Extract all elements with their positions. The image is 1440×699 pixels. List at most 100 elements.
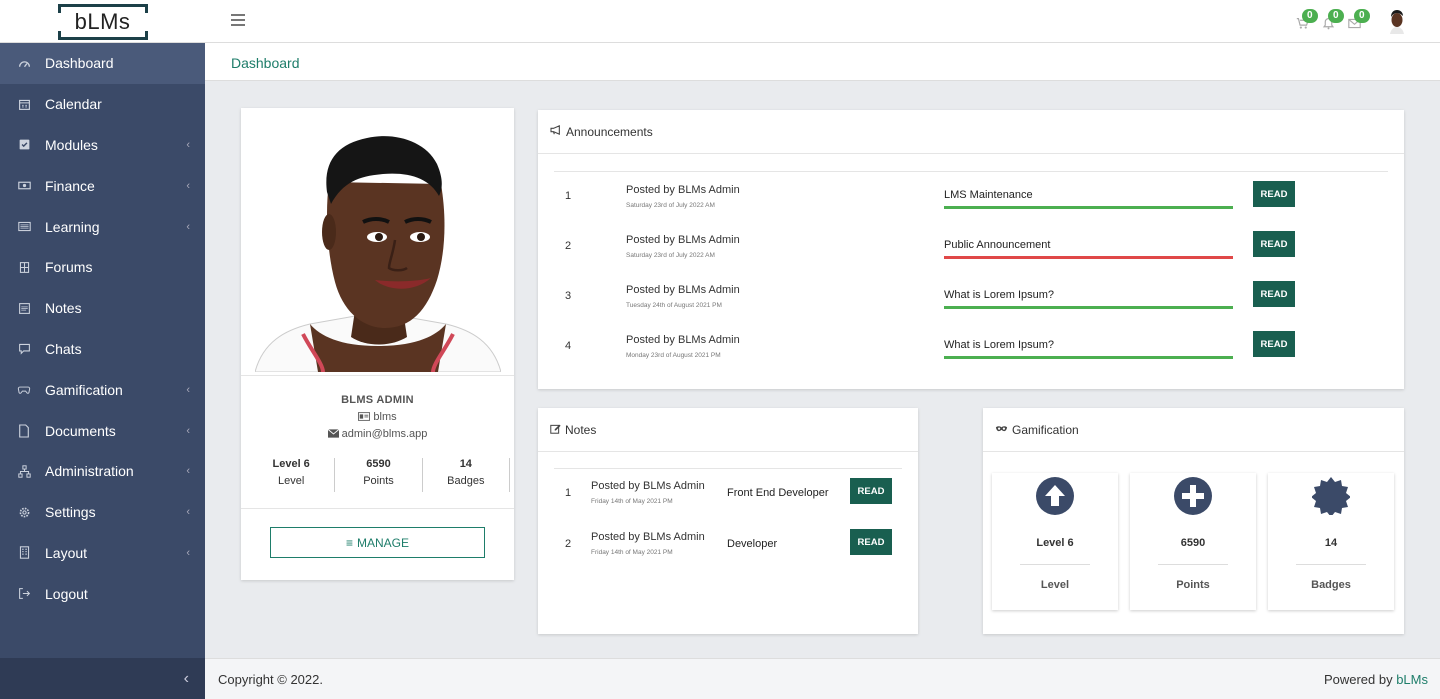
card-title: Announcements [566, 124, 653, 139]
chevron-left-icon: ‹ [186, 179, 190, 192]
card-header: Notes [538, 408, 918, 452]
profile-email: admin@blms.app [241, 428, 514, 440]
stat-label: Level [278, 475, 305, 487]
table-row: 3 Posted by BLMs Admin Tuesday 24th of A… [554, 272, 1388, 322]
sidebar-item-forums[interactable]: Forums [0, 247, 205, 288]
posted-by: Posted by BLMs Admin [626, 334, 740, 346]
stat-value: 14 [459, 458, 472, 470]
sidebar-item-finance[interactable]: Finance ‹ [0, 165, 205, 206]
calendar-icon [17, 97, 31, 111]
gamification-card: Gamification Level 6 Level 6590 Points 1… [983, 408, 1404, 634]
posted-by: Posted by BLMs Admin [626, 234, 740, 246]
notes-icon [17, 301, 31, 315]
announcement-title: What is Lorem Ipsum? [944, 339, 1233, 359]
sidebar-item-settings[interactable]: Settings ‹ [0, 492, 205, 533]
gam-label: Badges [1311, 579, 1351, 591]
plus-circle-icon [1174, 477, 1212, 515]
check-square-icon [17, 138, 31, 152]
logo[interactable]: bLMs [57, 3, 148, 40]
stat-points: 6590 Points [335, 458, 423, 492]
sidebar-item-dashboard[interactable]: Dashboard [0, 43, 205, 84]
bell-icon[interactable]: 0 [1322, 9, 1344, 31]
sidebar-item-label: Calendar [45, 96, 102, 113]
sidebar-item-calendar[interactable]: Calendar [0, 84, 205, 125]
announcements-table: 1 Posted by BLMs Admin Saturday 23rd of … [554, 171, 1388, 372]
table-row: 1 Posted by BLMs Admin Friday 14th of Ma… [554, 469, 902, 520]
sidebar-item-label: Documents [45, 422, 116, 439]
divider [1020, 564, 1090, 565]
chat-icon [17, 342, 31, 356]
sidebar-item-modules[interactable]: Modules ‹ [0, 125, 205, 166]
post-date: Tuesday 24th of August 2021 PM [626, 302, 722, 309]
collapse-sidebar-icon[interactable]: ‹ [184, 670, 189, 688]
announcement-title: What is Lorem Ipsum? [944, 289, 1233, 309]
row-number: 3 [565, 290, 572, 302]
chevron-left-icon: ‹ [186, 383, 190, 396]
layout-icon [17, 546, 31, 560]
sidebar-item-administration[interactable]: Administration ‹ [0, 451, 205, 492]
card-header: Announcements [538, 110, 1404, 154]
sidebar-item-label: Finance [45, 177, 95, 194]
card-header: Gamification [983, 408, 1404, 452]
post-date: Saturday 23rd of July 2022 AM [626, 202, 715, 209]
notes-table: 1 Posted by BLMs Admin Friday 14th of Ma… [554, 468, 902, 571]
sidebar-item-logout[interactable]: Logout [0, 573, 205, 614]
sidebar-item-chats[interactable]: Chats [0, 329, 205, 370]
sidebar-item-learning[interactable]: Learning ‹ [0, 206, 205, 247]
sidebar-item-notes[interactable]: Notes [0, 288, 205, 329]
sidebar-item-layout[interactable]: Layout ‹ [0, 533, 205, 574]
header-icons: 0 0 0 [1296, 8, 1410, 34]
announcements-card: Announcements 1 Posted by BLMs Admin Sat… [538, 110, 1404, 389]
mask-icon [995, 424, 1008, 436]
cart-icon[interactable]: 0 [1296, 9, 1318, 31]
read-button[interactable]: READ [1253, 181, 1295, 207]
powered-by-link[interactable]: bLMs [1396, 672, 1428, 687]
list-icon [17, 220, 31, 234]
sidebar-item-label: Settings [45, 504, 96, 521]
chevron-left-icon: ‹ [186, 138, 190, 151]
manage-label: MANAGE [357, 535, 410, 550]
menu-toggle-icon[interactable] [231, 14, 245, 26]
sidebar-item-gamification[interactable]: Gamification ‹ [0, 369, 205, 410]
logo-container[interactable]: bLMs [0, 0, 205, 43]
profile-stats: Level 6 Level 6590 Points 14 Badges [248, 458, 510, 492]
mail-icon[interactable]: 0 [1348, 9, 1370, 31]
gam-value: 14 [1324, 537, 1338, 549]
read-button[interactable]: READ [1253, 331, 1295, 357]
edit-icon [550, 423, 561, 437]
row-number: 2 [565, 240, 572, 252]
stat-value: Level 6 [272, 458, 310, 470]
post-date: Friday 14th of May 2021 PM [591, 498, 673, 505]
read-button[interactable]: READ [850, 478, 892, 504]
user-avatar[interactable] [1384, 8, 1410, 34]
post-date: Friday 14th of May 2021 PM [591, 549, 673, 556]
read-button[interactable]: READ [1253, 231, 1295, 257]
gam-value: 6590 [1180, 537, 1206, 549]
gamification-stats: Level 6 Level 6590 Points 14 Badges [992, 473, 1394, 610]
breadcrumb-bar: Dashboard [205, 43, 1440, 81]
chevron-left-icon: ‹ [186, 424, 190, 437]
mail-count-badge: 0 [1354, 9, 1370, 23]
profile-username: blms [241, 411, 514, 423]
posted-by: Posted by BLMs Admin [591, 531, 705, 543]
sidebar-item-documents[interactable]: Documents ‹ [0, 410, 205, 451]
building-icon [17, 260, 31, 274]
card-title: Gamification [1012, 422, 1079, 437]
sidebar-item-label: Forums [45, 259, 93, 276]
stat-level: Level 6 Level [248, 458, 336, 492]
divider [1296, 564, 1366, 565]
sidebar-item-label: Gamification [45, 381, 123, 398]
breadcrumb[interactable]: Dashboard [231, 55, 300, 71]
post-date: Saturday 23rd of July 2022 AM [626, 252, 715, 259]
read-button[interactable]: READ [850, 529, 892, 555]
bars-icon: ≡ [345, 535, 353, 550]
sidebar-item-label: Modules [45, 136, 98, 153]
cart-count-badge: 0 [1302, 9, 1318, 23]
bullhorn-icon [550, 125, 562, 138]
note-title: Front End Developer [727, 487, 829, 499]
chevron-left-icon: ‹ [186, 465, 190, 478]
chevron-left-icon: ‹ [186, 546, 190, 559]
username-text: blms [373, 411, 397, 423]
manage-button[interactable]: ≡ MANAGE [270, 527, 485, 558]
read-button[interactable]: READ [1253, 281, 1295, 307]
